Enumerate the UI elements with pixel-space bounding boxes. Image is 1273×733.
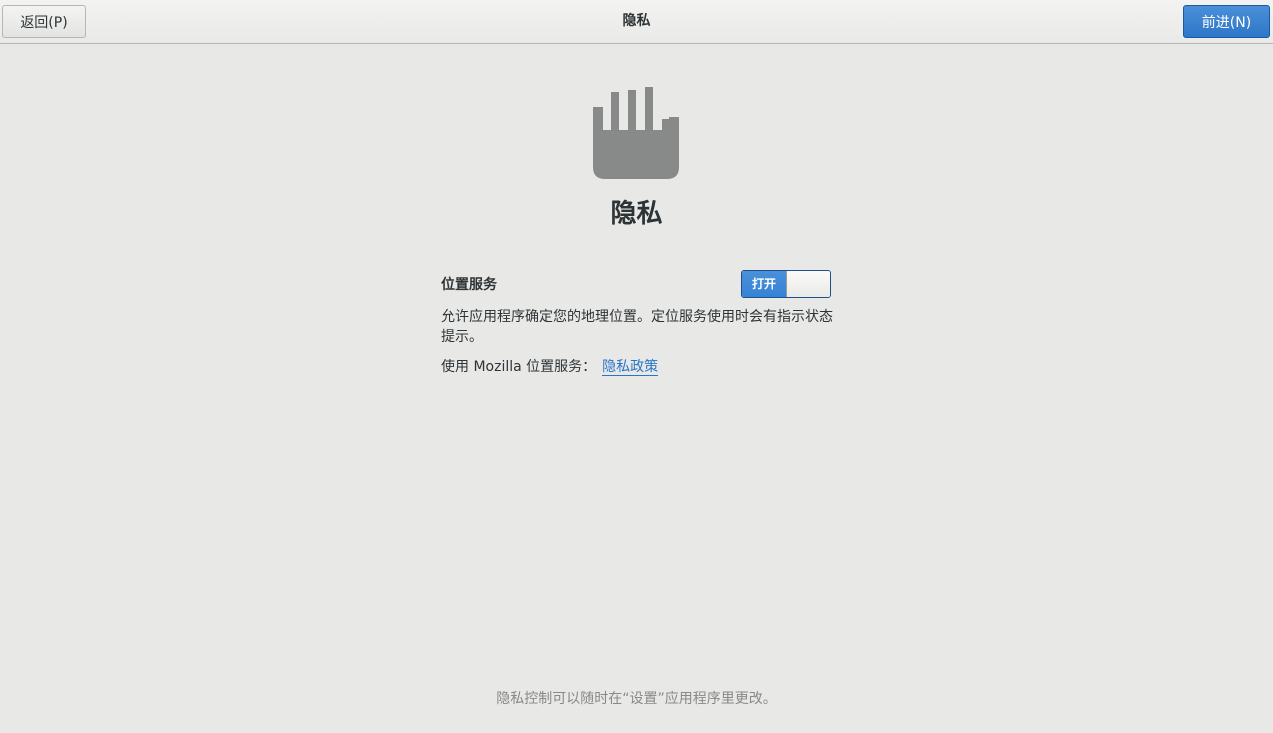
location-services-label: 位置服务 [441, 277, 497, 293]
privacy-policy-link[interactable]: 隐私政策 [602, 359, 659, 376]
location-services-switch[interactable]: 打开 [741, 270, 831, 298]
switch-on-label: 打开 [742, 271, 786, 297]
switch-knob[interactable] [786, 271, 830, 297]
footer-note: 隐私控制可以随时在“设置”应用程序里更改。 [496, 691, 777, 707]
back-button[interactable]: 返回(P) [2, 5, 86, 38]
location-description: 允许应用程序确定您的地理位置。定位服务使用时会有指示状态提示。 [441, 309, 833, 345]
header-bar: 隐私 返回(P) 前进(N) [0, 0, 1273, 44]
window-title: 隐私 [622, 13, 651, 29]
mozilla-service-line: 使用 Mozilla 位置服务： 隐私政策 [441, 357, 659, 377]
hand-stop-icon [593, 87, 679, 179]
mozilla-service-text: 使用 Mozilla 位置服务： [441, 359, 597, 375]
next-button[interactable]: 前进(N) [1183, 5, 1270, 38]
page-heading: 隐私 [610, 199, 663, 229]
